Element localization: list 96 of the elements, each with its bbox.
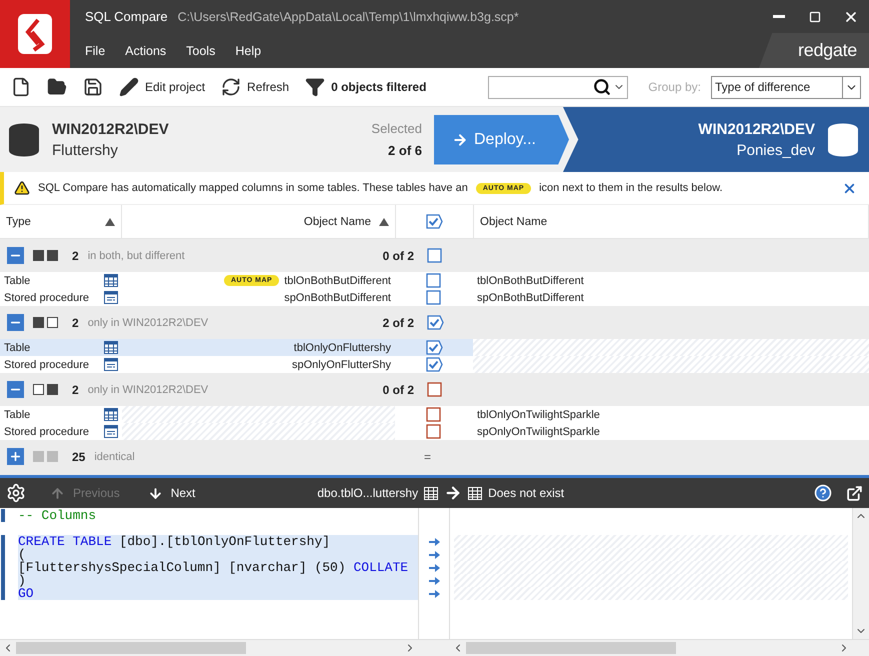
selected-count: 0 of 2 — [382, 382, 415, 396]
source-server: WIN2012R2\DEV — [52, 120, 169, 138]
presence-icon — [33, 317, 59, 328]
maximize-icon — [809, 10, 821, 22]
column-header[interactable]: Object Name — [474, 205, 869, 238]
group-label: in both, but different — [88, 250, 185, 262]
column-header[interactable]: Type — [0, 205, 122, 238]
filter-icon — [305, 77, 326, 97]
presence-icon — [33, 250, 59, 261]
minimize-icon — [773, 15, 785, 18]
group-count: 25 — [72, 450, 86, 464]
type-cell-text: Table — [4, 342, 32, 354]
save-icon — [83, 77, 103, 97]
notice-text: SQL Compare has automatically mapped columns in some tables. These tables have an — [38, 182, 468, 194]
refresh-icon — [221, 77, 242, 97]
folder-icon — [47, 77, 67, 97]
presence-icon — [33, 451, 59, 462]
database-icon — [825, 122, 861, 158]
menu-item[interactable]: Tools — [186, 40, 224, 62]
object-name-cell: tblOnlyOnFluttershy — [294, 342, 391, 354]
target-server: WIN2012R2\DEV — [698, 120, 815, 138]
type-cell-text: Stored procedure — [4, 358, 90, 370]
expand-button[interactable] — [7, 448, 24, 465]
deploy-button[interactable]: Deploy... — [434, 114, 569, 164]
menu-item[interactable]: Actions — [125, 40, 174, 62]
search-icon — [593, 78, 612, 96]
equal-sign: = — [423, 450, 432, 464]
selected-count: 2 of 2 — [382, 316, 415, 330]
arrow-icon — [452, 132, 468, 148]
selected-label: Selected — [371, 121, 422, 136]
menu-item[interactable]: Help — [235, 40, 270, 62]
object-name-cell: spOnBothButDifferent — [477, 292, 584, 304]
object-name-cell: spOnBothButDifferent — [284, 292, 391, 304]
group-count: 2 — [72, 248, 79, 262]
group-label: identical — [94, 450, 135, 462]
object-name-cell: spOnlyOnTwilightSparkle — [477, 426, 600, 438]
checkbox[interactable] — [426, 340, 444, 355]
database-icon — [6, 122, 42, 158]
table-icon — [424, 486, 438, 500]
collapse-button[interactable] — [7, 247, 24, 264]
source-database: Fluttershy — [52, 142, 118, 158]
collapse-button[interactable] — [7, 314, 24, 331]
selected-count: 0 of 2 — [382, 248, 415, 262]
selected-count: 2 of 6 — [388, 143, 422, 158]
notice-text: icon next to them in the results below. — [539, 182, 722, 194]
group-label: only in WIN2012R2\DEV — [88, 316, 208, 328]
arrow-icon — [428, 590, 440, 598]
pop-out-icon[interactable] — [846, 484, 863, 502]
brand-logo: redgate — [759, 33, 869, 68]
next-button[interactable]: Next — [144, 484, 200, 502]
group-count: 2 — [72, 382, 79, 396]
group-label: only in WIN2012R2\DEV — [88, 384, 208, 396]
table-icon — [468, 486, 482, 500]
plus-icon — [9, 450, 22, 463]
object-name-cell: tblOnlyOnTwilightSparkle — [477, 408, 600, 420]
down-arrow-icon — [148, 486, 163, 500]
object-name: dbo.tblO...luttershy — [317, 486, 418, 500]
file-path: C:\Users\RedGate\AppData\Local\Temp\1\lmxhqiww.b3g.scp* — [178, 10, 519, 24]
search-field[interactable] — [488, 76, 628, 98]
help-icon[interactable] — [814, 484, 832, 502]
collapse-button[interactable] — [7, 381, 24, 398]
checkbox[interactable] — [426, 357, 444, 372]
type-cell-text: Table — [4, 274, 32, 286]
settings-icon[interactable] — [6, 483, 26, 503]
pencil-icon — [119, 77, 139, 97]
arrow-icon — [428, 576, 440, 584]
app-title: SQL Compare — [85, 9, 168, 24]
type-cell-text: Table — [4, 408, 32, 420]
group-count: 2 — [72, 316, 79, 330]
app-logo — [0, 0, 70, 68]
type-cell-text: Stored procedure — [4, 292, 90, 304]
arrow-icon — [428, 538, 440, 546]
target-database: Ponies_dev — [736, 142, 815, 158]
arrow-icon — [444, 484, 462, 502]
object-name-cell: tblOnBothButDifferent — [477, 274, 584, 286]
menu-item[interactable]: File — [85, 40, 114, 62]
group-by-label: Group by: — [648, 80, 701, 94]
filter-button[interactable]: 0 objects filtered — [302, 75, 430, 99]
arrow-icon — [428, 564, 440, 572]
warning-icon — [14, 180, 30, 196]
column-header[interactable]: Object Name — [122, 205, 396, 238]
select-all-checkbox[interactable] — [426, 214, 444, 229]
arrow-icon — [428, 550, 440, 558]
object-name-cell: tblOnBothButDifferent — [284, 274, 391, 286]
code-line: -- Columns — [18, 509, 98, 522]
edit-project-button[interactable]: Edit project — [116, 75, 208, 99]
type-cell-text: Stored procedure — [4, 426, 90, 438]
refresh-button[interactable]: Refresh — [218, 75, 292, 99]
checkbox[interactable] — [427, 315, 445, 330]
table-icon — [104, 341, 118, 354]
object-name-cell: spOnlyOnFlutterShy — [292, 358, 391, 370]
presence-icon — [33, 384, 59, 395]
object-name: Does not exist — [488, 486, 564, 500]
scrollbar[interactable] — [852, 508, 869, 639]
group-by-dropdown[interactable]: Type of difference — [711, 76, 861, 98]
new-file-icon — [11, 77, 31, 97]
